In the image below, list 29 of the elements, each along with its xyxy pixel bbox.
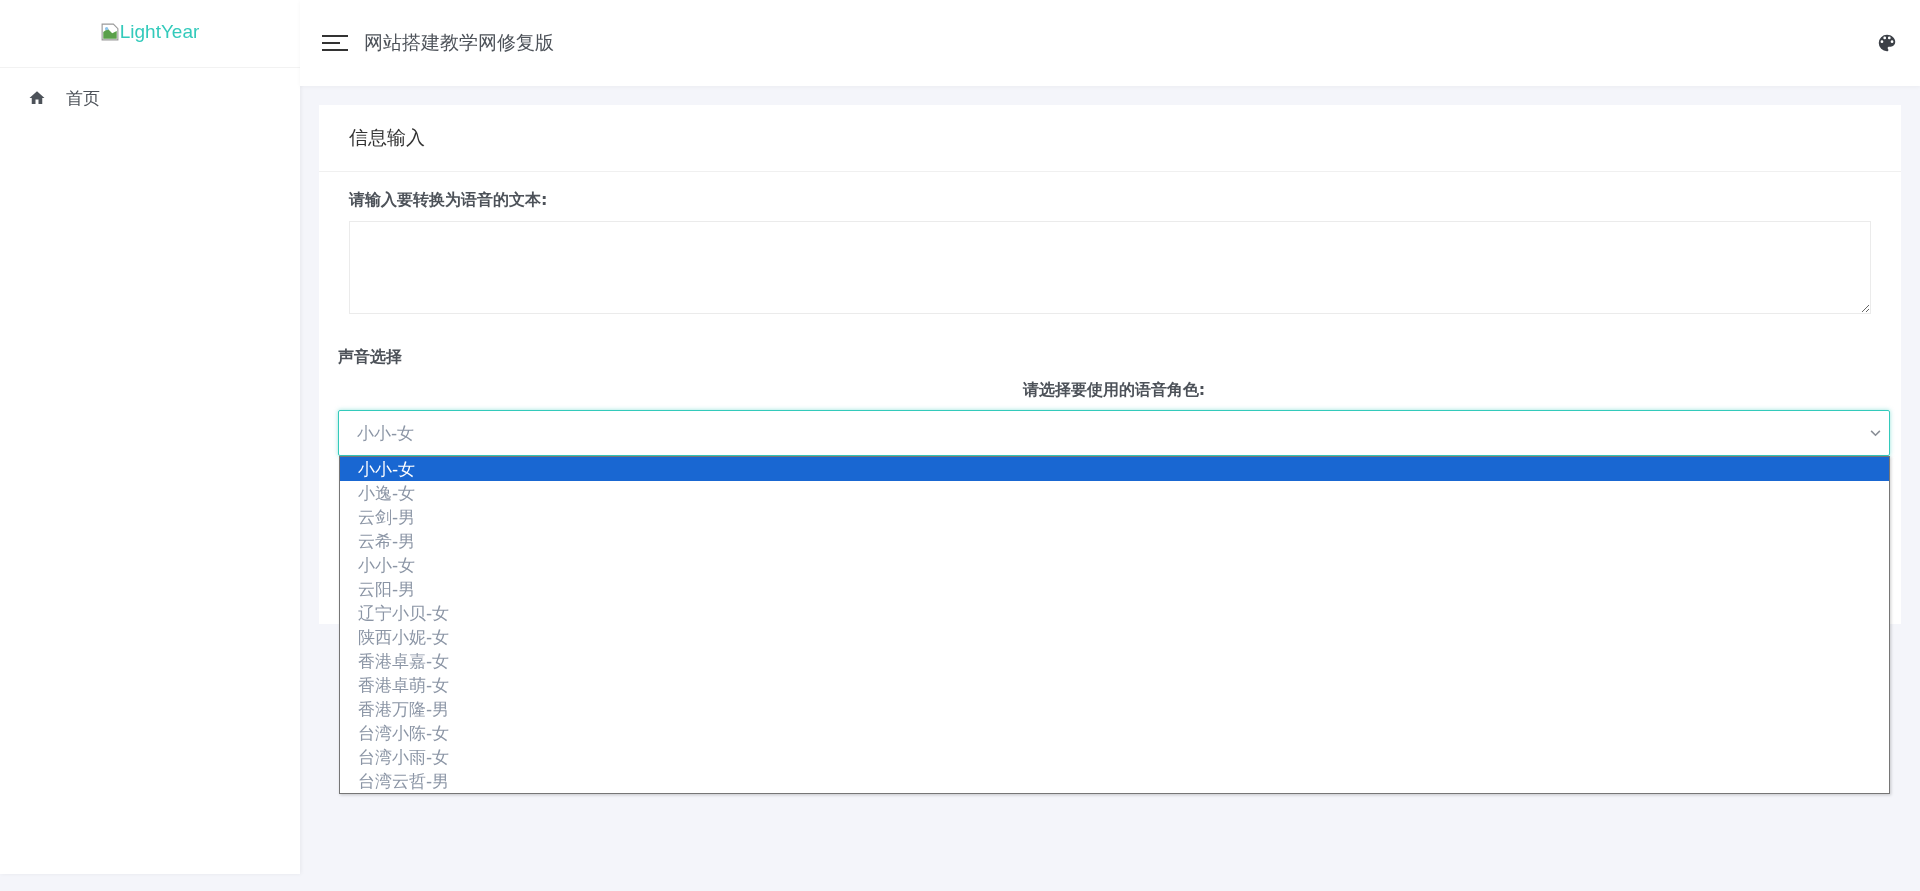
card-title: 信息输入 bbox=[349, 125, 425, 150]
select-label: 请选择要使用的语音角色: bbox=[1022, 380, 1206, 399]
section-heading: 声音选择 bbox=[338, 347, 403, 368]
dropdown-option[interactable]: 小小-女 bbox=[340, 553, 1889, 577]
dropdown-option[interactable]: 台湾云哲-男 bbox=[340, 769, 1889, 793]
field-label: 请输入要转换为语音的文本: bbox=[347, 190, 549, 211]
voice-select[interactable]: 小小-女 bbox=[338, 410, 1890, 456]
chevron-down-icon bbox=[1870, 429, 1881, 437]
palette-icon[interactable] bbox=[1876, 32, 1898, 54]
dropdown-option[interactable]: 香港万隆-男 bbox=[340, 697, 1889, 721]
dropdown-option[interactable]: 香港卓嘉-女 bbox=[340, 649, 1889, 673]
dropdown-option[interactable]: 台湾小陈-女 bbox=[340, 721, 1889, 745]
text-input-field[interactable] bbox=[349, 221, 1871, 314]
dropdown-option[interactable]: 香港卓萌-女 bbox=[340, 673, 1889, 697]
dropdown-option[interactable]: 云剑-男 bbox=[340, 505, 1889, 529]
page-title: 网站搭建教学网修复版 bbox=[364, 30, 555, 55]
home-icon bbox=[28, 89, 46, 107]
logo-link[interactable]: LightYear bbox=[100, 21, 200, 43]
dropdown-option[interactable]: 陕西小妮-女 bbox=[340, 625, 1889, 649]
broken-image-icon bbox=[100, 23, 119, 41]
dropdown-option[interactable]: 辽宁小贝-女 bbox=[340, 601, 1889, 625]
nav-item[interactable]: 首页 bbox=[0, 82, 300, 114]
dropdown-option[interactable]: 云阳-男 bbox=[340, 577, 1889, 601]
menu-icon[interactable] bbox=[322, 35, 348, 51]
dropdown-option[interactable]: 台湾小雨-女 bbox=[340, 745, 1889, 769]
dropdown-option[interactable]: 小逸-女 bbox=[340, 481, 1889, 505]
dropdown-option[interactable]: 小小-女 bbox=[340, 457, 1889, 481]
nav-label: 首页 bbox=[66, 86, 100, 110]
dropdown-option[interactable]: 云希-男 bbox=[340, 529, 1889, 553]
